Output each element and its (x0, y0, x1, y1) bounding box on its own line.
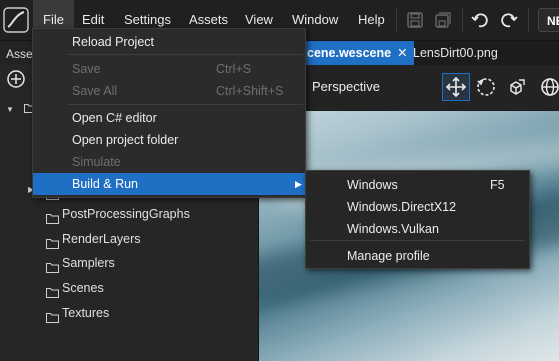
toolbar-divider (528, 8, 529, 32)
toolbar-divider (396, 8, 397, 32)
toolbar-divider (462, 8, 463, 32)
folder-icon (46, 307, 59, 323)
menu-item-windows-directx12[interactable]: Windows.DirectX12 (306, 196, 529, 218)
undo-icon[interactable] (469, 9, 491, 31)
rotate-tool-icon[interactable] (472, 73, 500, 101)
menu-item-open-project-folder[interactable]: Open project folder (33, 129, 305, 151)
menu-separator (310, 240, 525, 241)
folder-row[interactable]: PostProcessingGraphs (0, 202, 258, 226)
menu-item-reload-project[interactable]: Reload Project (33, 31, 305, 53)
app-logo-icon (0, 0, 32, 40)
folder-label: Scenes (62, 281, 104, 295)
folder-label: PostProcessingGraphs (62, 207, 190, 222)
folder-icon (46, 282, 59, 298)
menu-item-windows[interactable]: Windows F5 (306, 174, 529, 196)
menu-help[interactable]: Help (348, 0, 395, 40)
folder-row[interactable]: RenderLayers (0, 227, 258, 251)
menu-separator (67, 54, 303, 55)
folder-label: RenderLayers (62, 231, 141, 246)
move-tool-icon[interactable] (442, 73, 470, 101)
submenu-arrow-icon: ▶ (295, 179, 302, 189)
folder-label: Textures (62, 305, 110, 320)
folder-icon (46, 233, 59, 249)
menu-item-windows-vulkan[interactable]: Windows.Vulkan (306, 218, 529, 240)
folder-label: Samplers (62, 256, 115, 271)
menu-item-open-csharp-editor[interactable]: Open C# editor (33, 107, 305, 129)
close-icon[interactable]: ✕ (397, 46, 407, 60)
menu-item-simulate[interactable]: Simulate (33, 151, 305, 173)
profile-button[interactable]: NE (538, 8, 559, 32)
folder-row[interactable]: Textures (0, 301, 258, 325)
save-all-icon[interactable] (432, 9, 454, 31)
menu-item-build-and-run[interactable]: Build & Run ▶ (33, 173, 305, 195)
folder-row[interactable]: Samplers (0, 251, 258, 275)
tab-label: cene.wescene (307, 46, 392, 60)
save-icon[interactable] (404, 9, 426, 31)
redo-icon[interactable] (498, 9, 520, 31)
build-run-submenu: Windows F5 Windows.DirectX12 Windows.Vulk… (305, 170, 530, 269)
menu-item-save-all[interactable]: Save All Ctrl+Shift+S (33, 80, 305, 102)
add-asset-icon[interactable] (6, 69, 26, 89)
folder-icon (46, 208, 59, 225)
tab-scene[interactable]: cene.wescene ✕ (303, 41, 414, 65)
collapse-arrow-icon[interactable]: ▼ (6, 105, 14, 114)
tab-label: LensDirt00.png (413, 46, 498, 60)
tab-lensdirt[interactable]: LensDirt00.png (413, 41, 498, 65)
world-space-icon[interactable] (536, 73, 559, 101)
menu-item-save[interactable]: Save Ctrl+S (33, 58, 305, 80)
file-menu-dropdown: Reload Project Save Ctrl+S Save All Ctrl+S… (32, 28, 306, 198)
menu-separator (67, 104, 303, 105)
scale-tool-icon[interactable] (502, 73, 530, 101)
camera-mode-label[interactable]: Perspective (312, 79, 380, 94)
folder-row[interactable]: Scenes (0, 276, 258, 300)
folder-icon (46, 257, 59, 274)
menu-item-manage-profile[interactable]: Manage profile (306, 245, 529, 267)
